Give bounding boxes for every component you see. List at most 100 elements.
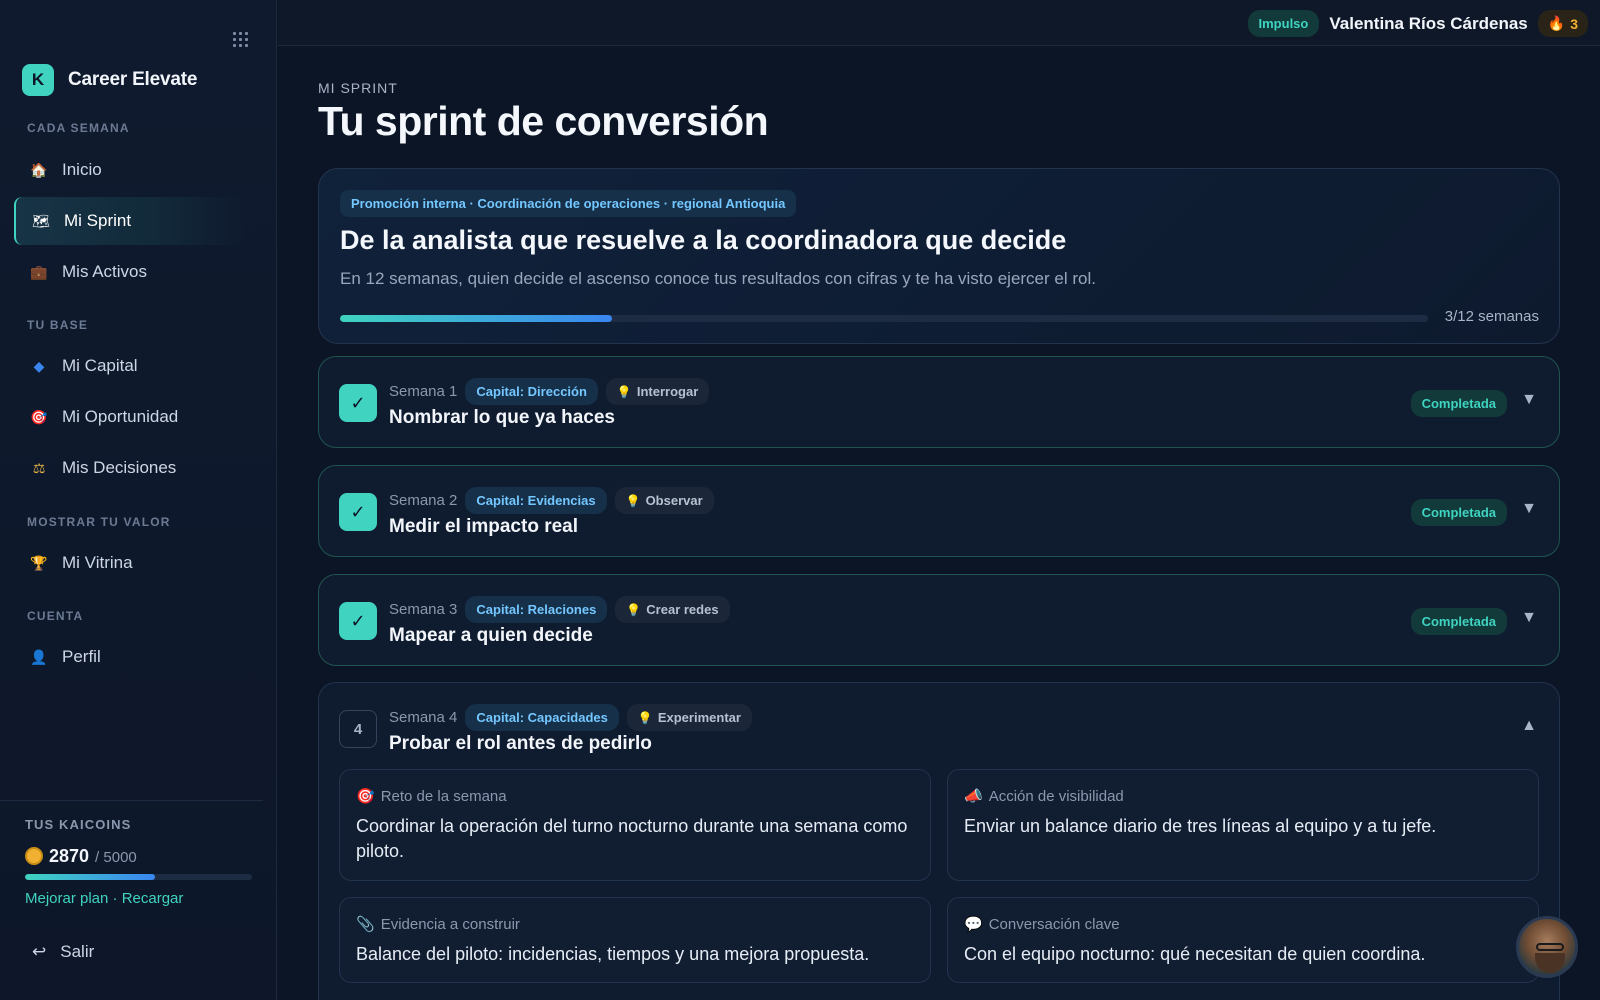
sidebar-item-mi-oportunidad[interactable]: 🎯 Mi Oportunidad — [14, 393, 246, 441]
card-label-text: Acción de visibilidad — [988, 787, 1124, 805]
sidebar-item-mi-sprint[interactable]: 🗺 Mi Sprint — [14, 197, 246, 245]
coin-icon — [25, 847, 43, 865]
card-label: 📎 Evidencia a construir — [356, 915, 520, 934]
sprint-hero-title: De la analista que resuelve a la coordin… — [340, 225, 1067, 255]
chevron-down-icon[interactable]: ▼ — [1521, 391, 1537, 409]
map-icon: 🗺 — [32, 212, 50, 229]
visibility-action-card: 📣 Acción de visibilidad Enviar un balance… — [947, 769, 1539, 881]
week-card-1[interactable]: ✓ Semana 1 Capital: Dirección 💡 Interroga… — [318, 356, 1560, 448]
capital-tag: Capital: Dirección — [465, 378, 598, 405]
plan-badge[interactable]: Impulso — [1247, 10, 1320, 37]
target-icon: 🎯 — [30, 408, 48, 425]
skill-tag: 💡 Observar — [614, 487, 714, 514]
sidebar-item-label: Mis Decisiones — [62, 458, 177, 477]
skill-tag: 💡 Crear redes — [615, 596, 730, 623]
card-label-text: Reto de la semana — [380, 787, 507, 805]
briefcase-icon: 💼 — [30, 263, 48, 280]
kaicoins-progress-fill — [25, 874, 156, 880]
target-icon: 🎯 — [356, 788, 375, 805]
page-title: Tu sprint de conversión — [318, 98, 769, 144]
sidebar-item-mis-decisiones[interactable]: ⚖ Mis Decisiones — [14, 444, 246, 492]
week-meta: Semana 3 Capital: Relaciones 💡 Crear rede… — [389, 596, 730, 623]
logout-icon: ↩ — [32, 942, 47, 961]
sidebar-item-label: Inicio — [62, 160, 102, 179]
week-title: Mapear a quien decide — [389, 625, 593, 646]
card-label: 🎯 Reto de la semana — [356, 787, 507, 806]
apps-grid-icon[interactable] — [233, 32, 249, 48]
status-badge: Completada — [1410, 608, 1507, 635]
sidebar-item-label: Mi Oportunidad — [62, 407, 179, 426]
week-label: Semana 4 — [389, 709, 458, 726]
sprint-progress-fill — [340, 315, 612, 322]
brand-logo: K — [22, 64, 54, 96]
sidebar: K Career Elevate CADA SEMANA 🏠 Inicio 🗺 … — [0, 0, 277, 1000]
sidebar-item-label: Mi Capital — [62, 356, 138, 375]
streak-count: 3 — [1570, 15, 1578, 32]
sprint-progress-bar — [340, 315, 1428, 322]
capital-tag: Capital: Relaciones — [465, 596, 608, 623]
skill-tag-label: Experimentar — [657, 710, 741, 725]
card-text: Enviar un balance diario de tres líneas … — [964, 816, 1437, 836]
skill-tag-label: Observar — [645, 493, 703, 508]
sprint-hero-card: Promoción interna · Coordinación de oper… — [318, 168, 1560, 344]
user-icon: 👤 — [30, 648, 48, 665]
skill-tag: 💡 Experimentar — [626, 704, 752, 731]
check-icon: ✓ — [339, 493, 377, 531]
week-title: Probar el rol antes de pedirlo — [389, 733, 652, 754]
week-number: 4 — [339, 710, 377, 748]
kaicoins-max: / 5000 — [95, 849, 137, 866]
card-label-text: Evidencia a construir — [380, 915, 520, 933]
sidebar-item-perfil[interactable]: 👤 Perfil — [14, 633, 246, 681]
skill-tag: 💡 Interrogar — [605, 378, 710, 405]
week-label: Semana 2 — [389, 492, 458, 509]
streak-badge[interactable]: 🔥 3 — [1537, 10, 1588, 37]
upgrade-recharge-link[interactable]: Mejorar plan · Recargar — [25, 890, 183, 907]
topbar: Impulso Valentina Ríos Cárdenas 🔥 3 — [278, 0, 1600, 46]
challenge-card: 🎯 Reto de la semana Coordinar la operació… — [339, 769, 931, 881]
week-label: Semana 3 — [389, 601, 458, 618]
kaicoins-value: 2870 — [49, 846, 90, 866]
evidence-card: 📎 Evidencia a construir Balance del pilot… — [339, 897, 931, 983]
section-label-tu-base: TU BASE — [27, 318, 89, 332]
card-text: Balance del piloto: incidencias, tiempos… — [356, 944, 870, 964]
week-card-4[interactable]: 4 Semana 4 Capital: Capacidades 💡 Experim… — [318, 682, 1560, 1000]
house-icon: 🏠 — [30, 161, 48, 178]
sidebar-item-inicio[interactable]: 🏠 Inicio — [14, 146, 246, 194]
kaicoins-links[interactable]: Mejorar plan · Recargar — [25, 890, 183, 907]
user-name[interactable]: Valentina Ríos Cárdenas — [1329, 14, 1527, 34]
chevron-down-icon[interactable]: ▼ — [1521, 609, 1537, 627]
kaicoins-label: TUS KAICOINS — [25, 817, 132, 832]
speech-bubble-icon: 💬 — [964, 916, 983, 933]
avatar-glasses — [1536, 943, 1564, 951]
assistant-avatar[interactable] — [1516, 916, 1578, 978]
megaphone-icon: 📣 — [964, 788, 983, 805]
bulb-icon: 💡 — [616, 384, 632, 399]
card-text: Con el equipo nocturno: qué necesitan de… — [964, 944, 1426, 964]
brand-name: Career Elevate — [68, 69, 198, 90]
chevron-up-icon[interactable]: ▲ — [1521, 717, 1537, 735]
skill-tag-label: Crear redes — [646, 602, 719, 617]
sprint-hero-subtitle: En 12 semanas, quien decide el ascenso c… — [340, 269, 1096, 288]
sidebar-item-label: Mi Sprint — [64, 211, 132, 230]
week-card-3[interactable]: ✓ Semana 3 Capital: Relaciones 💡 Crear re… — [318, 574, 1560, 666]
card-label: 📣 Acción de visibilidad — [964, 787, 1124, 806]
card-label-text: Conversación clave — [988, 915, 1120, 933]
week-meta: Semana 4 Capital: Capacidades 💡 Experimen… — [389, 704, 752, 731]
check-icon: ✓ — [339, 602, 377, 640]
brand[interactable]: K Career Elevate — [22, 64, 197, 96]
week-card-2[interactable]: ✓ Semana 2 Capital: Evidencias 💡 Observar… — [318, 465, 1560, 557]
kaicoins-panel: TUS KAICOINS 2870 / 5000 Mejorar plan · … — [0, 800, 263, 907]
bulb-icon: 💡 — [626, 602, 642, 617]
diamond-icon: ◆ — [33, 357, 45, 374]
sidebar-item-mis-activos[interactable]: 💼 Mis Activos — [14, 248, 246, 296]
week-title: Nombrar lo que ya haces — [389, 407, 615, 428]
sidebar-item-mi-vitrina[interactable]: 🏆 Mi Vitrina — [14, 539, 246, 587]
week-meta: Semana 1 Capital: Dirección 💡 Interrogar — [389, 378, 710, 405]
sidebar-item-mi-capital[interactable]: ◆ Mi Capital — [14, 342, 246, 390]
capital-tag: Capital: Evidencias — [465, 487, 607, 514]
sidebar-item-label: Perfil — [62, 647, 101, 666]
section-label-cada-semana: CADA SEMANA — [27, 121, 130, 135]
logout-button[interactable]: ↩ Salir — [14, 930, 246, 974]
chevron-down-icon[interactable]: ▼ — [1521, 500, 1537, 518]
sprint-goal-tag: Promoción interna · Coordinación de oper… — [340, 190, 797, 217]
